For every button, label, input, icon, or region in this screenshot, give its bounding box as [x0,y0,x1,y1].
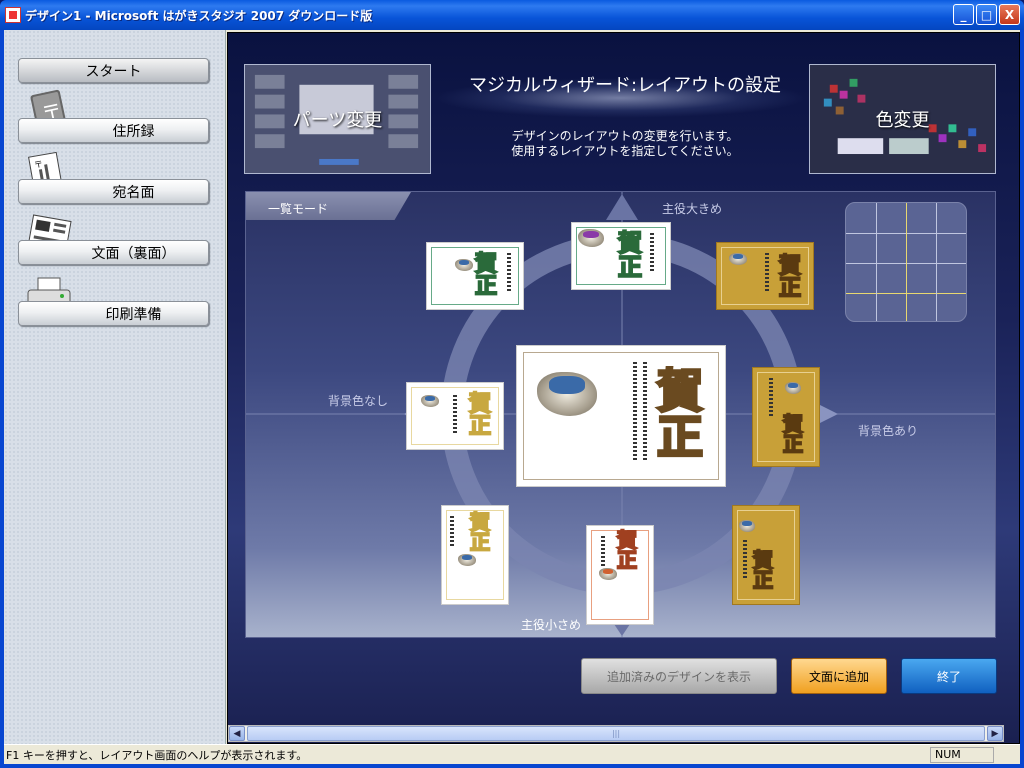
card-kanji: 賀正 [656,364,705,464]
card-kanji: 賀正 [474,251,498,299]
wizard-desc-line1: デザインのレイアウトの変更を行います。 [511,129,739,143]
sidebar-item-address-side[interactable]: 宛名面 [18,179,209,204]
wizard-title: マジカルウィザード:レイアウトの設定 [468,75,782,96]
status-help-text: F1 キーを押すと、レイアウト画面のヘルプが表示されます。 [6,748,308,762]
status-bar: F1 キーを押すと、レイアウト画面のヘルプが表示されます。 NUM [4,744,1020,764]
svg-text:〒: 〒 [33,160,44,171]
axis-label-small-main: 主役小さめ [521,618,582,632]
add-to-message-button[interactable]: 文面に追加 [791,658,887,694]
scroll-left-icon[interactable]: ◀ [229,726,245,741]
window-frame: スタート 〒 住所録 〒 宛名面 文面（裏面） 印刷準備 パーツ変更 マジカルウ… [0,30,1024,768]
card-kanji: 賀正 [616,528,638,572]
client-area: スタート 〒 住所録 〒 宛名面 文面（裏面） 印刷準備 パーツ変更 マジカルウ… [4,30,1020,764]
parts-change-label: パーツ変更 [292,110,383,131]
card-kanji: 賀正 [752,548,774,592]
color-change-panel[interactable]: 色変更 [809,64,996,174]
window-title: デザイン1 - Microsoft はがきスタジオ 2007 ダウンロード版 [25,8,373,23]
layout-card[interactable]: 賀正 [752,367,820,467]
wizard-description: デザインのレイアウトの変更を行います。 使用するレイアウトを指定してください。 [440,129,810,159]
sidebar-item-label: 文面（裏面） [91,245,176,262]
sidebar-item-print-prep[interactable]: 印刷準備 [18,301,209,326]
layout-card[interactable]: 賀正 [571,222,671,290]
layout-card[interactable]: 賀正 [732,505,800,605]
status-num-indicator: NUM [930,747,994,763]
wizard-desc-line2: 使用するレイアウトを指定してください。 [511,144,739,158]
scroll-thumb[interactable]: ||| [247,726,985,741]
axis-label-with-bg: 背景色あり [858,424,919,438]
scroll-right-icon[interactable]: ▶ [987,726,1003,741]
list-mode-tab[interactable]: 一覧モード [246,192,411,220]
window-controls: _ □ X [953,4,1020,25]
sidebar-item-label: 印刷準備 [105,306,162,323]
minimize-button[interactable]: _ [953,4,974,25]
card-kanji: 賀正 [782,412,804,456]
sidebar-item-label: 住所録 [112,123,155,140]
maximize-button[interactable]: □ [976,4,997,25]
card-kanji: 賀正 [778,253,802,301]
sidebar: スタート 〒 住所録 〒 宛名面 文面（裏面） 印刷準備 [4,30,226,744]
start-button[interactable]: スタート [18,58,209,83]
close-button[interactable]: X [999,4,1020,25]
app-icon[interactable] [5,7,21,23]
sidebar-item-message-side[interactable]: 文面（裏面） [18,240,209,265]
layout-card-selected[interactable]: 賀正 [516,345,726,487]
sidebar-item-address-book[interactable]: 住所録 [18,118,209,143]
horizontal-scrollbar[interactable]: ◀ ||| ▶ [228,725,1004,742]
layout-card[interactable]: 賀正 [586,525,654,625]
title-bar: デザイン1 - Microsoft はがきスタジオ 2007 ダウンロード版 _… [0,0,1024,30]
axis-label-no-bg: 背景色なし [328,394,389,408]
card-kanji: 賀正 [617,228,643,281]
axis-label-large-main: 主役大きめ [662,202,723,216]
grid-widget[interactable] [845,202,967,322]
wizard-main: パーツ変更 マジカルウィザード:レイアウトの設定 デザインのレイアウトの変更を行… [227,32,1020,744]
show-added-designs-button[interactable]: 追加済みのデザインを表示 [581,658,777,694]
layout-card[interactable]: 賀正 [426,242,524,310]
layout-stage: 一覧モード 主役大きめ 主役小さめ 背景色なし 背景色あり 賀正 賀正 賀正 賀… [245,191,996,638]
color-change-label: 色変更 [875,110,930,131]
exit-button[interactable]: 終了 [901,658,997,694]
card-kanji: 賀正 [468,391,492,439]
layout-card[interactable]: 賀正 [716,242,814,310]
sidebar-item-label: 宛名面 [112,184,155,201]
parts-change-panel[interactable]: パーツ変更 [244,64,431,174]
card-kanji: 賀正 [469,510,491,554]
layout-card[interactable]: 賀正 [406,382,504,450]
layout-card[interactable]: 賀正 [441,505,509,605]
